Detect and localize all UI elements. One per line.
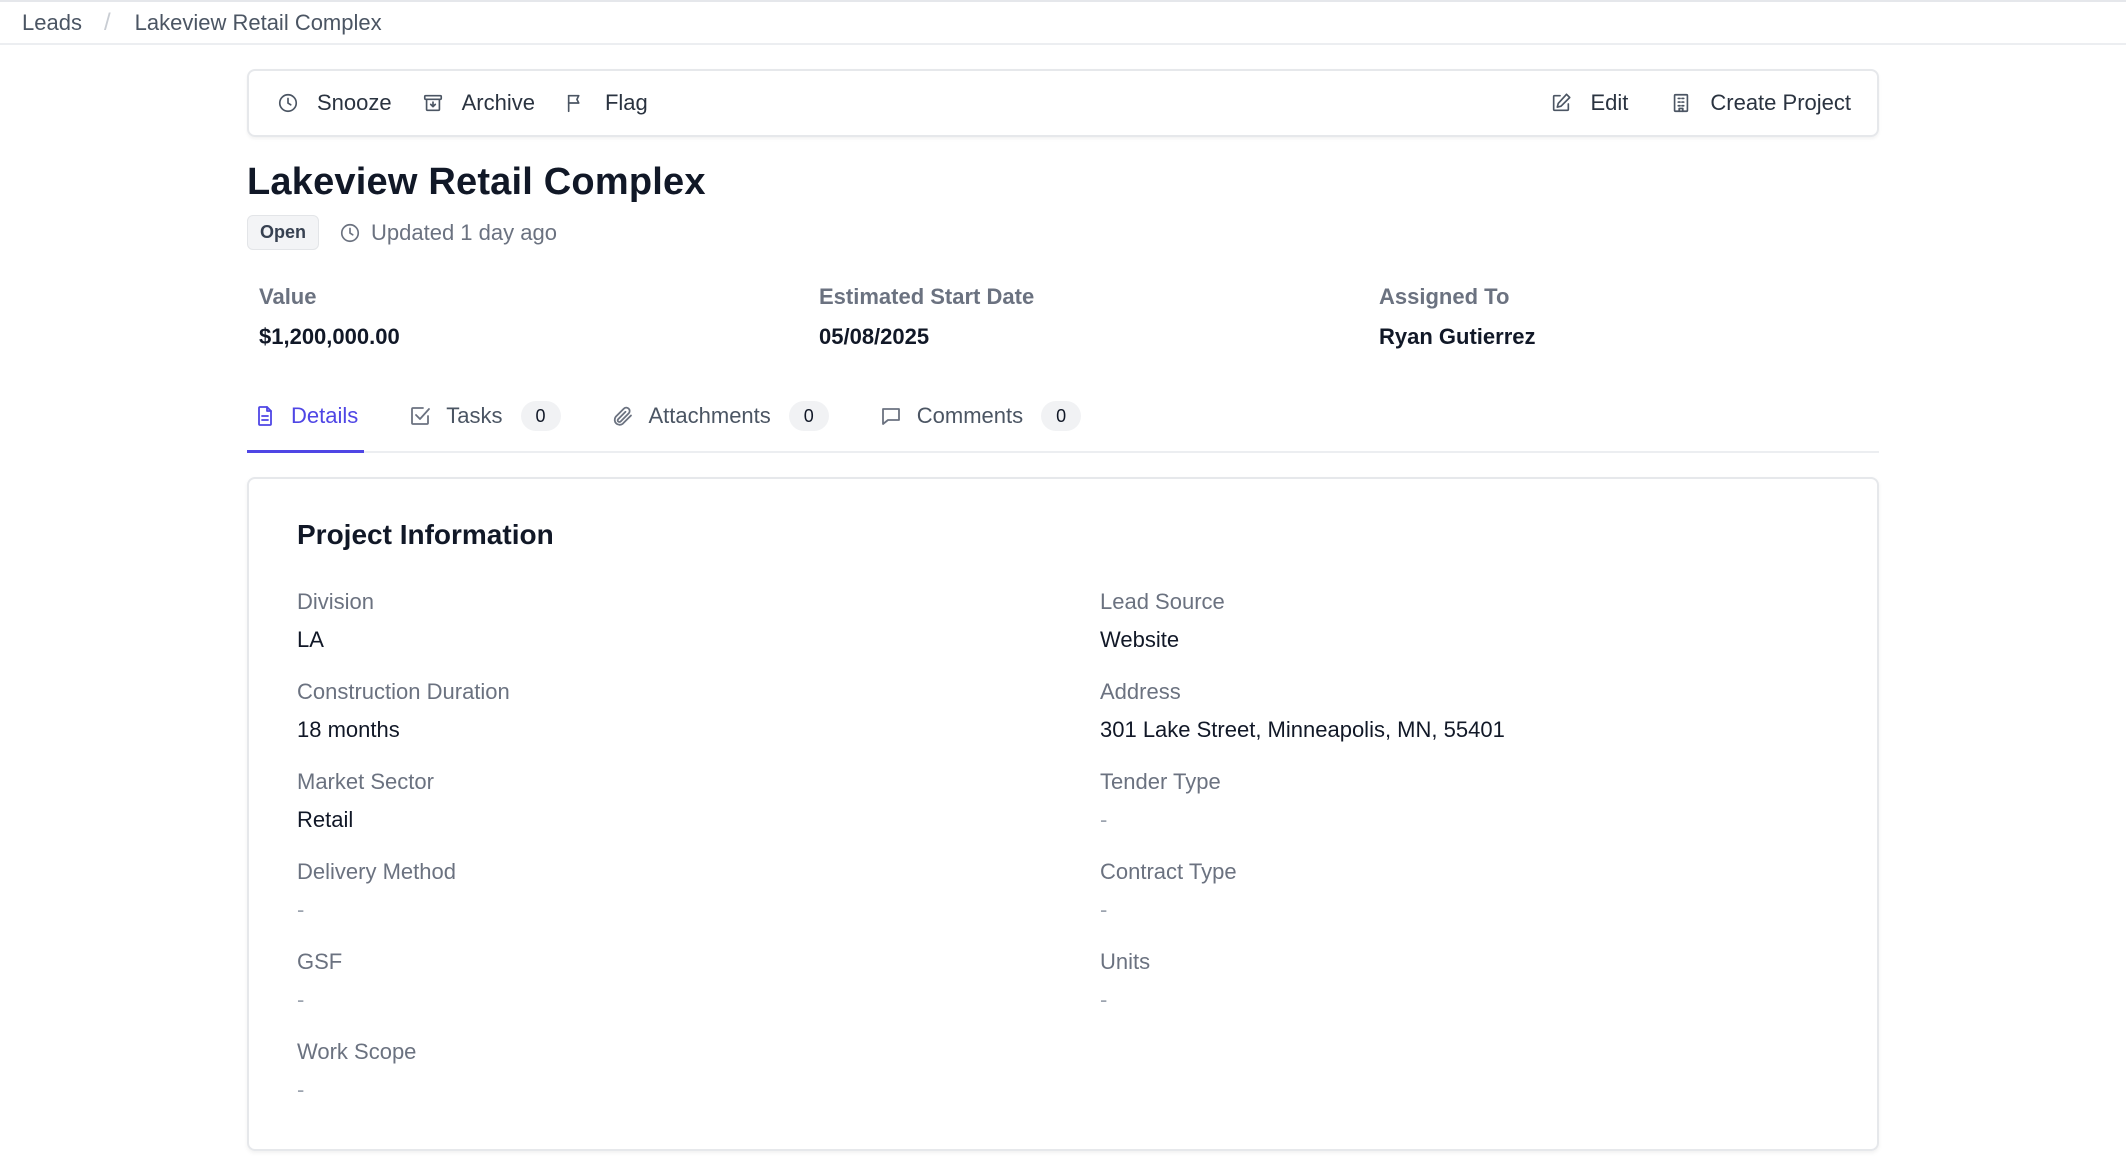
document-icon <box>258 406 272 426</box>
field-address: Address 301 Lake Street, Minneapolis, MN… <box>1100 679 1800 743</box>
breadcrumb: Leads / Lakeview Retail Complex <box>0 0 2126 45</box>
tab-details-label: Details <box>291 403 359 428</box>
paperclip-icon <box>613 406 632 426</box>
clock-icon <box>278 93 298 113</box>
edit-icon <box>1553 93 1571 112</box>
tasks-count-badge: 0 <box>520 401 561 431</box>
field-value: 301 Lake Street, Minneapolis, MN, 55401 <box>1100 717 1505 742</box>
breadcrumb-separator: / <box>103 8 111 36</box>
field-value: Website <box>1100 627 1180 652</box>
create-project-button[interactable]: Create Project <box>1670 90 1851 116</box>
value-amount: $1,200,000.00 <box>259 324 400 349</box>
create-project-label: Create Project <box>1710 90 1851 115</box>
field-market-sector: Market Sector Retail <box>297 769 997 833</box>
field-value: - <box>1100 987 1108 1012</box>
summary-start-date: Estimated Start Date 05/08/2025 <box>819 284 1034 350</box>
field-label: Tender Type <box>1100 769 1221 794</box>
field-label: Lead Source <box>1100 589 1225 614</box>
toolbar-left-group: Snooze Archive Flag <box>277 71 678 135</box>
building-icon <box>1674 93 1689 113</box>
field-delivery-method: Delivery Method - <box>297 859 997 923</box>
tab-attachments-label: Attachments <box>648 403 771 428</box>
archive-label: Archive <box>461 90 535 115</box>
tab-attachments[interactable]: Attachments 0 <box>605 390 835 442</box>
edit-button[interactable]: Edit <box>1550 90 1628 116</box>
comment-icon <box>881 408 900 425</box>
field-value: - <box>1100 897 1108 922</box>
field-units: Units - <box>1100 949 1800 1013</box>
field-contract-type: Contract Type - <box>1100 859 1800 923</box>
field-label: Units <box>1100 949 1151 974</box>
summary-value: Value $1,200,000.00 <box>259 284 400 350</box>
tab-comments[interactable]: Comments 0 <box>873 390 1087 442</box>
field-division: Division LA <box>297 589 997 653</box>
edit-label: Edit <box>1590 90 1629 115</box>
field-label: Delivery Method <box>297 859 456 884</box>
archive-icon <box>423 94 442 112</box>
field-value: - <box>297 897 305 922</box>
card-title: Project Information <box>297 519 554 550</box>
comments-count-badge: 0 <box>1041 401 1082 431</box>
field-construction-duration: Construction Duration 18 months <box>297 679 997 743</box>
assigned-to-value: Ryan Gutierrez <box>1379 324 1536 349</box>
tab-comments-label: Comments <box>916 403 1024 428</box>
tab-tasks[interactable]: Tasks 0 <box>402 390 566 442</box>
field-value: - <box>297 987 305 1012</box>
field-label: Work Scope <box>297 1039 417 1064</box>
value-label: Value <box>259 284 317 309</box>
field-value: - <box>1100 807 1108 832</box>
page-title: Lakeview Retail Complex <box>247 161 706 203</box>
field-work-scope: Work Scope - <box>297 1039 997 1103</box>
flag-icon <box>567 94 580 113</box>
start-date-value: 05/08/2025 <box>819 324 930 349</box>
flag-button[interactable]: Flag <box>565 90 648 116</box>
archive-button[interactable]: Archive <box>422 90 535 116</box>
assigned-to-label: Assigned To <box>1379 284 1510 309</box>
lead-meta-row: Open Updated 1 day ago <box>247 215 557 250</box>
field-lead-source: Lead Source Website <box>1100 589 1800 653</box>
field-label: Division <box>297 589 375 614</box>
field-label: Address <box>1100 679 1181 704</box>
action-toolbar: Snooze Archive Flag Edit Create Project <box>247 69 1879 137</box>
field-label: Market Sector <box>297 769 434 794</box>
checkbox-icon <box>411 407 431 425</box>
field-value: 18 months <box>297 717 400 742</box>
summary-assigned-to: Assigned To Ryan Gutierrez <box>1379 284 1536 350</box>
flag-label: Flag <box>604 90 648 115</box>
field-label: GSF <box>297 949 343 974</box>
field-value: - <box>297 1077 305 1102</box>
tab-details[interactable]: Details <box>247 390 365 453</box>
breadcrumb-leads-link[interactable]: Leads <box>22 10 82 36</box>
snooze-button[interactable]: Snooze <box>277 90 392 116</box>
field-value: LA <box>297 627 324 652</box>
start-date-label: Estimated Start Date <box>819 284 1035 309</box>
field-label: Contract Type <box>1100 859 1237 884</box>
clock-icon <box>340 223 360 242</box>
project-information-card: Project Information Division LA Lead Sou… <box>247 477 1879 1151</box>
updated-text: Updated 1 day ago <box>371 219 557 245</box>
status-badge: Open <box>247 215 320 250</box>
updated-timestamp: Updated 1 day ago <box>339 220 557 246</box>
field-label: Construction Duration <box>297 679 510 704</box>
tab-bar: Details Tasks 0 Attachments 0 Comments 0 <box>247 390 1879 453</box>
breadcrumb-current: Lakeview Retail Complex <box>134 9 382 35</box>
field-value: Retail <box>297 807 354 832</box>
toolbar-right-group: Edit Create Project <box>1508 71 1851 135</box>
field-gsf: GSF - <box>297 949 997 1013</box>
field-tender-type: Tender Type - <box>1100 769 1800 833</box>
snooze-label: Snooze <box>317 90 392 115</box>
attachments-count-badge: 0 <box>788 401 829 431</box>
tab-tasks-label: Tasks <box>446 403 503 428</box>
